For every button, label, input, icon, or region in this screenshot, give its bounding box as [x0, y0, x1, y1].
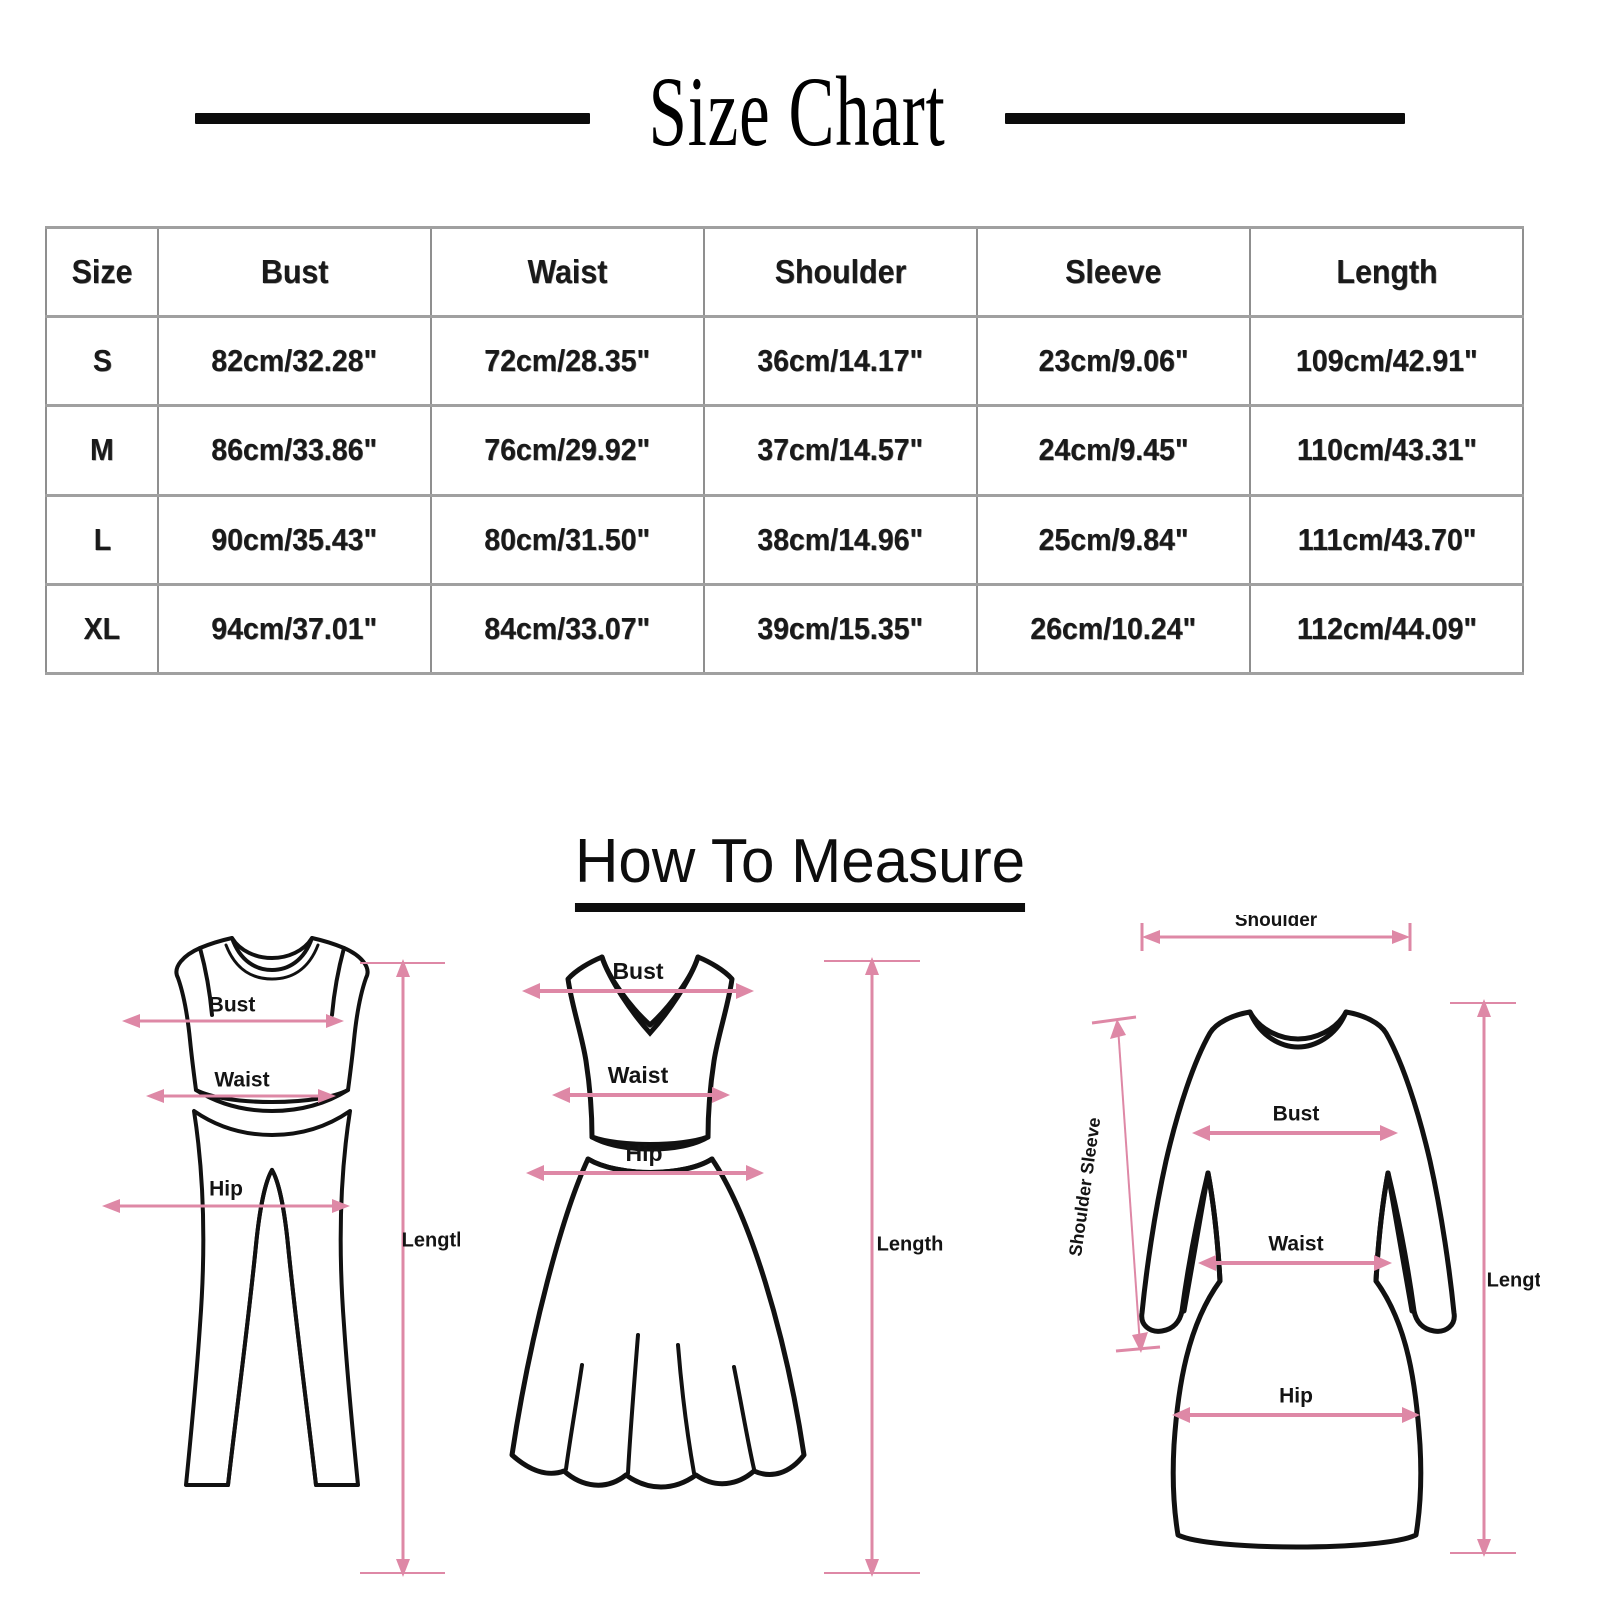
- cell-bust: 94cm/37.01": [157, 582, 432, 675]
- cell-length: 112cm/44.09": [1249, 582, 1524, 675]
- length-measure-arrow-jumpsuit: [360, 959, 445, 1577]
- cell-waist: 80cm/31.50": [430, 493, 705, 586]
- label-waist-dress: Waist: [608, 1062, 669, 1088]
- figure-tunic: Shoulder Shoulder Sleeve Bust Waist Hip …: [1065, 915, 1540, 1557]
- cell-waist: 72cm/28.35": [430, 315, 705, 408]
- table-row: M 86cm/33.86" 76cm/29.92" 37cm/14.57" 24…: [45, 404, 1524, 497]
- table-header-length: Length: [1249, 225, 1524, 319]
- cell-sleeve: 24cm/9.45": [976, 404, 1251, 497]
- table-header-sleeve: Sleeve: [976, 225, 1251, 319]
- how-to-measure-block: How To Measure: [0, 826, 1600, 912]
- cell-shoulder: 39cm/15.35": [703, 582, 978, 675]
- label-bust-dress: Bust: [612, 958, 663, 984]
- label-hip-dress: Hip: [625, 1140, 662, 1166]
- cell-bust: 86cm/33.86": [157, 404, 432, 497]
- label-bust-jumpsuit: Bust: [209, 994, 256, 1017]
- cell-sleeve: 25cm/9.84": [976, 493, 1251, 586]
- table-header-bust: Bust: [157, 225, 432, 319]
- label-hip-jumpsuit: Hip: [209, 1178, 243, 1201]
- cell-length: 110cm/43.31": [1249, 404, 1524, 497]
- table-header-row: Size Bust Waist Shoulder Sleeve Length: [45, 225, 1524, 319]
- cell-shoulder: 36cm/14.17": [703, 315, 978, 408]
- page-title-block: Size Chart: [0, 58, 1600, 178]
- table-row: XL 94cm/37.01" 84cm/33.07" 39cm/15.35" 2…: [45, 582, 1524, 675]
- how-to-measure-title: How To Measure: [574, 826, 1026, 912]
- cell-sleeve: 23cm/9.06": [976, 315, 1251, 408]
- table-row: S 82cm/32.28" 72cm/28.35" 36cm/14.17" 23…: [45, 315, 1524, 408]
- label-waist-tunic: Waist: [1268, 1233, 1323, 1256]
- measure-figures: Bust Waist Hip Length: [0, 915, 1600, 1600]
- table-header-size: Size: [45, 225, 159, 319]
- table-row: L 90cm/35.43" 80cm/31.50" 38cm/14.96" 25…: [45, 493, 1524, 586]
- label-length-dress: Length: [877, 1233, 944, 1255]
- table-header-waist: Waist: [430, 225, 705, 319]
- cell-size: M: [45, 404, 159, 497]
- cell-size: XL: [45, 582, 159, 675]
- figure-jumpsuit: Bust Waist Hip Length: [102, 936, 460, 1577]
- cell-size: L: [45, 493, 159, 586]
- label-shoulder-tunic: Shoulder: [1235, 915, 1318, 931]
- cell-length: 111cm/43.70": [1249, 493, 1524, 586]
- cell-waist: 76cm/29.92": [430, 404, 705, 497]
- cell-sleeve: 26cm/10.24": [976, 582, 1251, 675]
- title-rule-left: [195, 112, 591, 124]
- label-length-jumpsuit: Length: [402, 1229, 460, 1251]
- cell-size: S: [45, 315, 159, 408]
- size-chart-table: Size Bust Waist Shoulder Sleeve Length S…: [45, 225, 1524, 675]
- label-bust-tunic: Bust: [1273, 1103, 1320, 1126]
- cell-bust: 82cm/32.28": [157, 315, 432, 408]
- cell-waist: 84cm/33.07": [430, 582, 705, 675]
- title-rule-right: [1004, 112, 1405, 124]
- cell-length: 109cm/42.91": [1249, 315, 1524, 408]
- figure-dress: Bust Waist Hip Length: [509, 954, 944, 1577]
- page-title: Size Chart: [648, 57, 947, 168]
- cell-shoulder: 38cm/14.96": [703, 493, 978, 586]
- size-chart-table-wrapper: Size Bust Waist Shoulder Sleeve Length S…: [45, 225, 1524, 675]
- label-length-tunic: Length: [1487, 1269, 1540, 1291]
- table-header-shoulder: Shoulder: [703, 225, 978, 319]
- length-measure-arrow-dress: [824, 957, 920, 1577]
- cell-shoulder: 37cm/14.57": [703, 404, 978, 497]
- label-hip-tunic: Hip: [1279, 1385, 1313, 1408]
- cell-bust: 90cm/35.43": [157, 493, 432, 586]
- label-shoulder-sleeve-tunic: Shoulder Sleeve: [1065, 1116, 1104, 1257]
- label-waist-jumpsuit: Waist: [214, 1069, 269, 1092]
